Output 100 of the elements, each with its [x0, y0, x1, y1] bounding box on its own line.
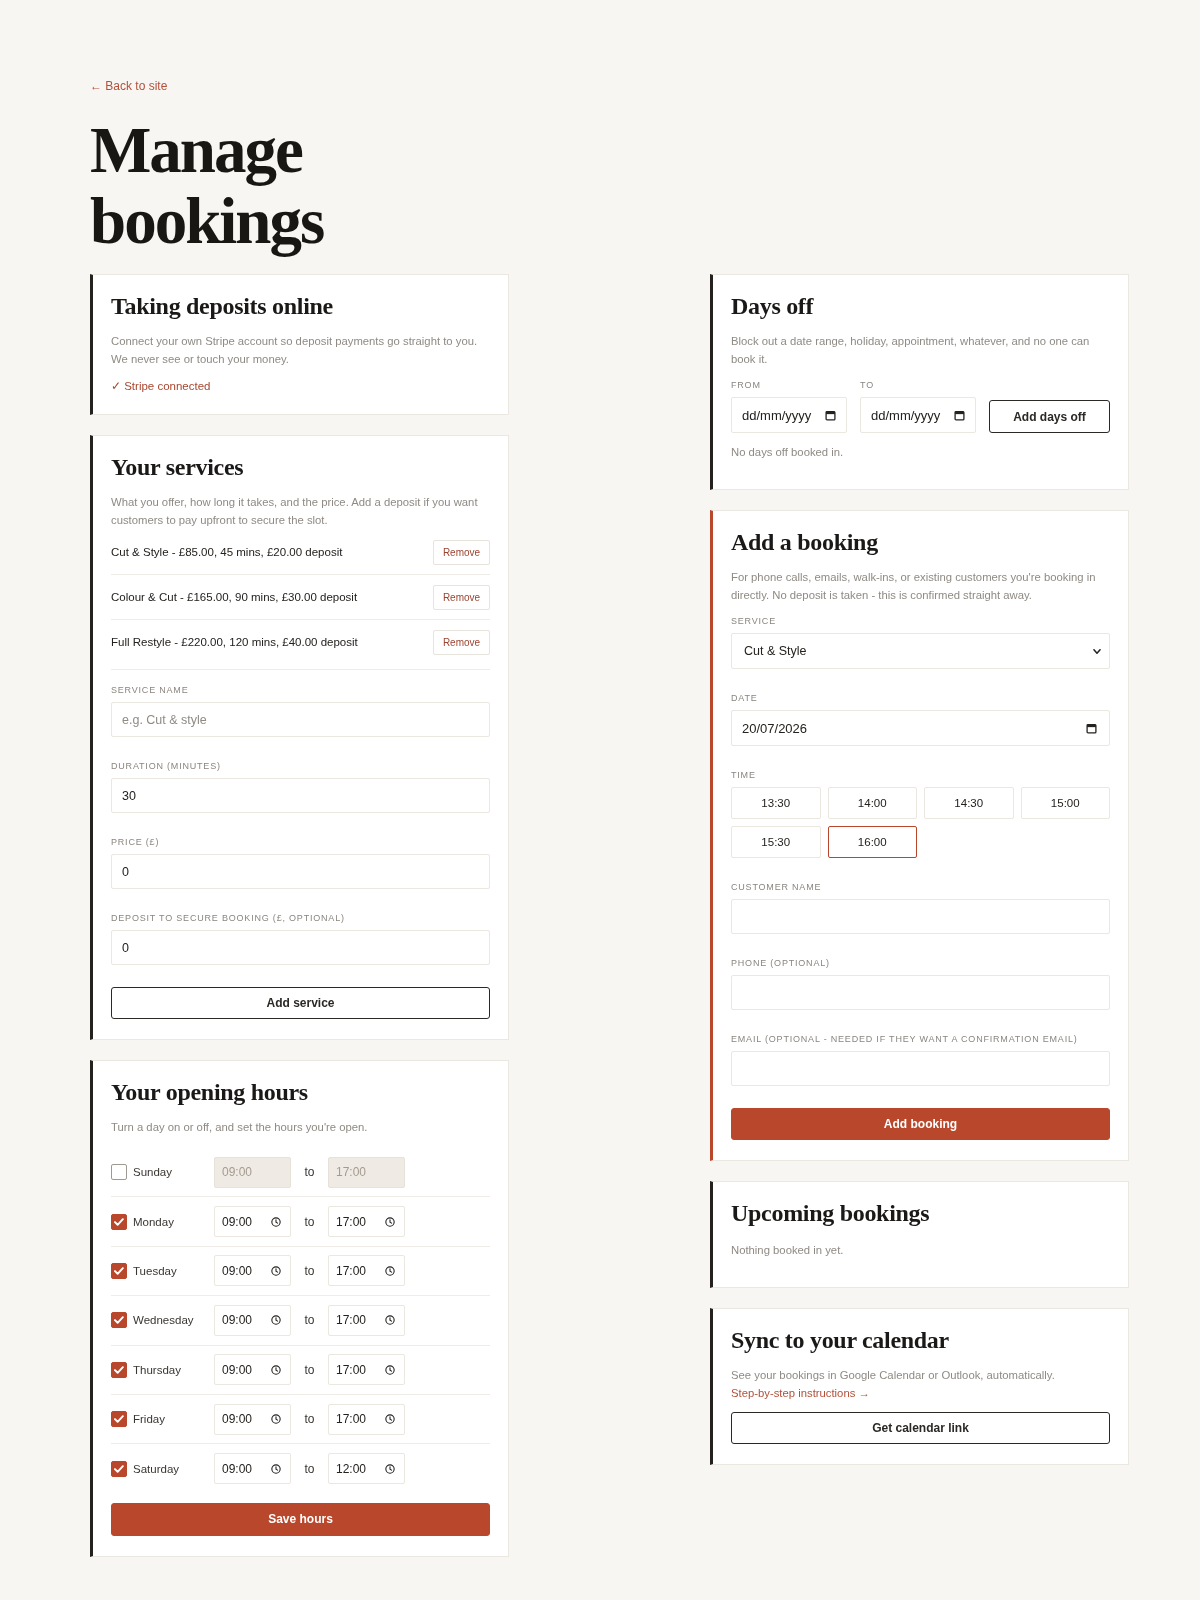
separator-text: to	[303, 1362, 316, 1377]
checkbox[interactable]	[111, 1262, 127, 1279]
card-description: Connect your own Stripe account so deposit payments go straight to you. We never see or touch your money.	[111, 334, 479, 367]
add-service-button[interactable]: Add service	[111, 987, 490, 1019]
time-slot[interactable]: 14:00	[827, 787, 917, 819]
chevron-down-icon	[1093, 648, 1101, 654]
date-field[interactable]: dd/mm/yyyy	[860, 397, 976, 433]
add-days-off-button[interactable]: Add days off	[989, 400, 1110, 433]
clock-icon	[385, 1414, 395, 1425]
checkmark-icon	[114, 1415, 124, 1424]
field-label: PRICE (£)	[111, 836, 160, 849]
checkmark-icon	[114, 1365, 124, 1374]
time-field[interactable]: 17:00	[328, 1255, 405, 1287]
card-title: Add a booking	[731, 528, 879, 556]
clock-icon	[271, 1315, 281, 1326]
checkbox[interactable]	[111, 1312, 127, 1329]
field-label: TIME	[731, 769, 756, 782]
checkmark-icon	[114, 1266, 124, 1275]
checkmark-icon	[114, 1316, 124, 1325]
text-input[interactable]	[731, 975, 1110, 1010]
time-field[interactable]: 12:00	[328, 1453, 405, 1485]
clock-icon	[385, 1265, 395, 1276]
day-label: Wednesday	[133, 1313, 194, 1329]
time-field[interactable]: 09:00	[214, 1453, 291, 1485]
checkmark-icon	[114, 1464, 124, 1473]
clock-icon	[271, 1463, 281, 1474]
field-label: DATE	[731, 692, 758, 705]
clock-icon	[385, 1463, 395, 1474]
checkbox[interactable]	[111, 1411, 127, 1428]
separator-text: to	[303, 1214, 316, 1229]
text-input[interactable]: 0	[111, 930, 490, 965]
field-label: DEPOSIT TO SECURE BOOKING (£, OPTIONAL)	[111, 912, 345, 925]
day-label: Thursday	[133, 1362, 181, 1378]
time-slot[interactable]: 14:30	[924, 787, 1014, 819]
checkbox[interactable]	[111, 1213, 127, 1230]
date-field[interactable]: 20/07/2026	[731, 710, 1110, 746]
remove-button[interactable]: Remove	[433, 539, 490, 565]
time-field[interactable]: 17:00	[328, 1206, 405, 1238]
separator-text: to	[303, 1165, 316, 1180]
card-title: Days off	[731, 292, 815, 320]
field-label: DURATION (MINUTES)	[111, 760, 221, 773]
card-title: Upcoming bookings	[731, 1199, 931, 1227]
service-item: Cut & Style - £85.00, 45 mins, £20.00 deposit	[111, 545, 343, 560]
empty-note: Nothing booked in yet.	[731, 1243, 844, 1258]
card-title: Sync to your calendar	[731, 1326, 950, 1354]
separator-text: to	[303, 1461, 316, 1476]
text-input[interactable]: 30	[111, 778, 490, 813]
time-field[interactable]: 17:00	[328, 1403, 405, 1435]
checkbox[interactable]	[111, 1361, 127, 1378]
add-booking-button[interactable]: Add booking	[731, 1108, 1110, 1140]
calendar-icon	[825, 409, 836, 421]
field-label: SERVICE	[731, 615, 776, 628]
card-title: Your services	[111, 453, 245, 481]
checkmark-icon	[114, 1217, 124, 1226]
clock-icon	[271, 1216, 281, 1227]
time-slot[interactable]: 15:00	[1020, 787, 1110, 819]
clock-icon	[385, 1216, 395, 1227]
time-field[interactable]: 09:00	[214, 1354, 291, 1386]
day-label: Tuesday	[133, 1263, 177, 1279]
connection-status: ✓ Stripe connected	[111, 379, 211, 394]
time-field[interactable]: 09:00	[214, 1304, 291, 1336]
time-slot[interactable]: 15:30	[731, 826, 821, 858]
date-field[interactable]: dd/mm/yyyy	[731, 397, 847, 433]
separator-text: to	[303, 1313, 316, 1328]
time-field[interactable]: 09:00	[214, 1206, 291, 1238]
day-label: Monday	[133, 1214, 174, 1230]
clock-icon	[271, 1364, 281, 1375]
time-field[interactable]: 17:00	[328, 1354, 405, 1386]
remove-button[interactable]: Remove	[433, 629, 490, 655]
time-slot[interactable]: 13:30	[731, 787, 821, 819]
field-label: SERVICE NAME	[111, 684, 189, 697]
calendar-icon	[1086, 722, 1097, 734]
card-description: Turn a day on or off, and set the hours you're open.	[111, 1120, 369, 1135]
instructions-link[interactable]: Step-by-step instructions →	[731, 1387, 870, 1399]
field-label: EMAIL (OPTIONAL - NEEDED IF THEY WANT A CONFIRMATION EMAIL)	[731, 1033, 1078, 1046]
time-slot[interactable]: 16:00	[827, 826, 917, 858]
service-select[interactable]: Cut & Style	[731, 633, 1110, 669]
back-link[interactable]: ← Back to site	[90, 79, 168, 94]
day-label: Sunday	[133, 1165, 172, 1181]
day-label: Friday	[133, 1412, 165, 1428]
card-description: See your bookings in Google Calendar or Outlook, automatically. Step-by-step instructions →	[731, 1368, 1056, 1401]
get-calendar-link-button[interactable]: Get calendar link	[731, 1412, 1110, 1444]
checkbox[interactable]	[111, 1164, 127, 1181]
time-field[interactable]: 09:00	[214, 1255, 291, 1287]
save-hours-button[interactable]: Save hours	[111, 1502, 490, 1536]
time-field[interactable]: 09:00	[214, 1403, 291, 1435]
field-label: CUSTOMER NAME	[731, 881, 822, 894]
card-description: For phone calls, emails, walk-ins, or existing customers you're booking in directly. No deposit is taken - this is confirmed straight away.	[731, 570, 1097, 603]
text-input[interactable]: 0	[111, 854, 490, 889]
clock-icon	[271, 1265, 281, 1276]
text-input[interactable]	[731, 1051, 1110, 1086]
day-label: Saturday	[133, 1461, 180, 1477]
remove-button[interactable]: Remove	[433, 584, 490, 610]
text-input[interactable]	[731, 899, 1110, 934]
card-description: What you offer, how long it takes, and the price. Add a deposit if you want customers to pay upfront to secure the slot.	[111, 495, 479, 528]
text-input[interactable]: e.g. Cut & style	[111, 702, 490, 737]
service-item: Colour & Cut - £165.00, 90 mins, £30.00 deposit	[111, 590, 358, 605]
checkbox[interactable]	[111, 1460, 127, 1477]
card-description: Block out a date range, holiday, appointment, whatever, and no one can book it.	[731, 334, 1091, 367]
time-field[interactable]: 17:00	[328, 1304, 405, 1336]
